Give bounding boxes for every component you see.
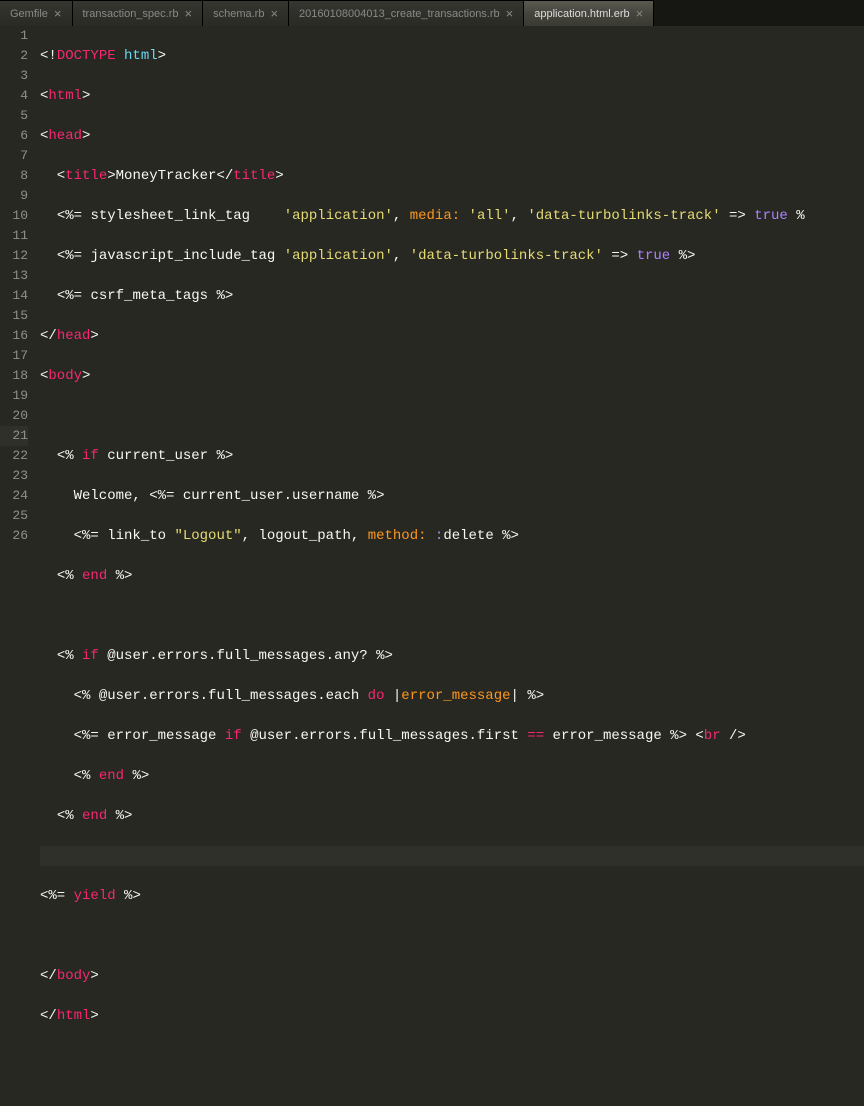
tab-gemfile[interactable]: Gemfile ×: [0, 0, 73, 26]
code-line: [40, 846, 864, 866]
tab-bar: Gemfile × transaction_spec.rb × schema.r…: [0, 0, 864, 26]
code-line: <%= csrf_meta_tags %>: [40, 286, 864, 306]
code-line: <title>MoneyTracker</title>: [40, 166, 864, 186]
code-line: <% if current_user %>: [40, 446, 864, 466]
line-number: 1: [0, 26, 28, 46]
tab-transaction-spec[interactable]: transaction_spec.rb ×: [73, 0, 204, 26]
code-line: </body>: [40, 966, 864, 986]
code-line: [40, 606, 864, 626]
tab-label: Gemfile: [10, 8, 48, 20]
close-icon[interactable]: ×: [54, 7, 62, 20]
line-number: 5: [0, 106, 28, 126]
line-number: 15: [0, 306, 28, 326]
close-icon[interactable]: ×: [506, 7, 514, 20]
close-icon[interactable]: ×: [185, 7, 193, 20]
tab-application-erb[interactable]: application.html.erb ×: [524, 0, 654, 26]
code-line: <%= yield %>: [40, 886, 864, 906]
code-line: <% end %>: [40, 806, 864, 826]
code-content[interactable]: <!DOCTYPE html> <html> <head> <title>Mon…: [36, 26, 864, 568]
line-number: 11: [0, 226, 28, 246]
tab-label: schema.rb: [213, 8, 264, 20]
tab-label: transaction_spec.rb: [83, 8, 179, 20]
tab-schema[interactable]: schema.rb ×: [203, 0, 289, 26]
code-line: <%= javascript_include_tag 'application'…: [40, 246, 864, 266]
line-number-gutter: 1234567891011121314151617181920212223242…: [0, 26, 36, 568]
close-icon[interactable]: ×: [270, 7, 278, 20]
line-number: 17: [0, 346, 28, 366]
code-line: <%= error_message if @user.errors.full_m…: [40, 726, 864, 746]
line-number: 13: [0, 266, 28, 286]
code-line: <%= link_to "Logout", logout_path, metho…: [40, 526, 864, 546]
code-line: <html>: [40, 86, 864, 106]
code-line: Welcome, <%= current_user.username %>: [40, 486, 864, 506]
line-number: 18: [0, 366, 28, 386]
line-number: 26: [0, 526, 28, 546]
editor-area[interactable]: 1234567891011121314151617181920212223242…: [0, 26, 864, 568]
code-line: <body>: [40, 366, 864, 386]
line-number: 23: [0, 466, 28, 486]
code-line: [40, 926, 864, 946]
line-number: 19: [0, 386, 28, 406]
code-line: [40, 1046, 864, 1066]
code-line: </head>: [40, 326, 864, 346]
line-number: 24: [0, 486, 28, 506]
code-line: <!DOCTYPE html>: [40, 46, 864, 66]
line-number: 4: [0, 86, 28, 106]
code-line: <% @user.errors.full_messages.each do |e…: [40, 686, 864, 706]
code-line: [40, 406, 864, 426]
close-icon[interactable]: ×: [636, 7, 644, 20]
line-number: 20: [0, 406, 28, 426]
line-number: 14: [0, 286, 28, 306]
line-number: 7: [0, 146, 28, 166]
tab-migration[interactable]: 20160108004013_create_transactions.rb ×: [289, 0, 524, 26]
line-number: 9: [0, 186, 28, 206]
line-number: 25: [0, 506, 28, 526]
code-line: <head>: [40, 126, 864, 146]
line-number: 21: [0, 426, 28, 446]
line-number: 16: [0, 326, 28, 346]
tab-label: application.html.erb: [534, 8, 629, 20]
tab-label: 20160108004013_create_transactions.rb: [299, 8, 500, 20]
line-number: 3: [0, 66, 28, 86]
code-line: <% if @user.errors.full_messages.any? %>: [40, 646, 864, 666]
line-number: 10: [0, 206, 28, 226]
line-number: 2: [0, 46, 28, 66]
code-line: </html>: [40, 1006, 864, 1026]
line-number: 12: [0, 246, 28, 266]
line-number: 22: [0, 446, 28, 466]
code-line: <% end %>: [40, 766, 864, 786]
line-number: 6: [0, 126, 28, 146]
line-number: 8: [0, 166, 28, 186]
code-line: <%= stylesheet_link_tag 'application', m…: [40, 206, 864, 226]
code-line: <% end %>: [40, 566, 864, 586]
